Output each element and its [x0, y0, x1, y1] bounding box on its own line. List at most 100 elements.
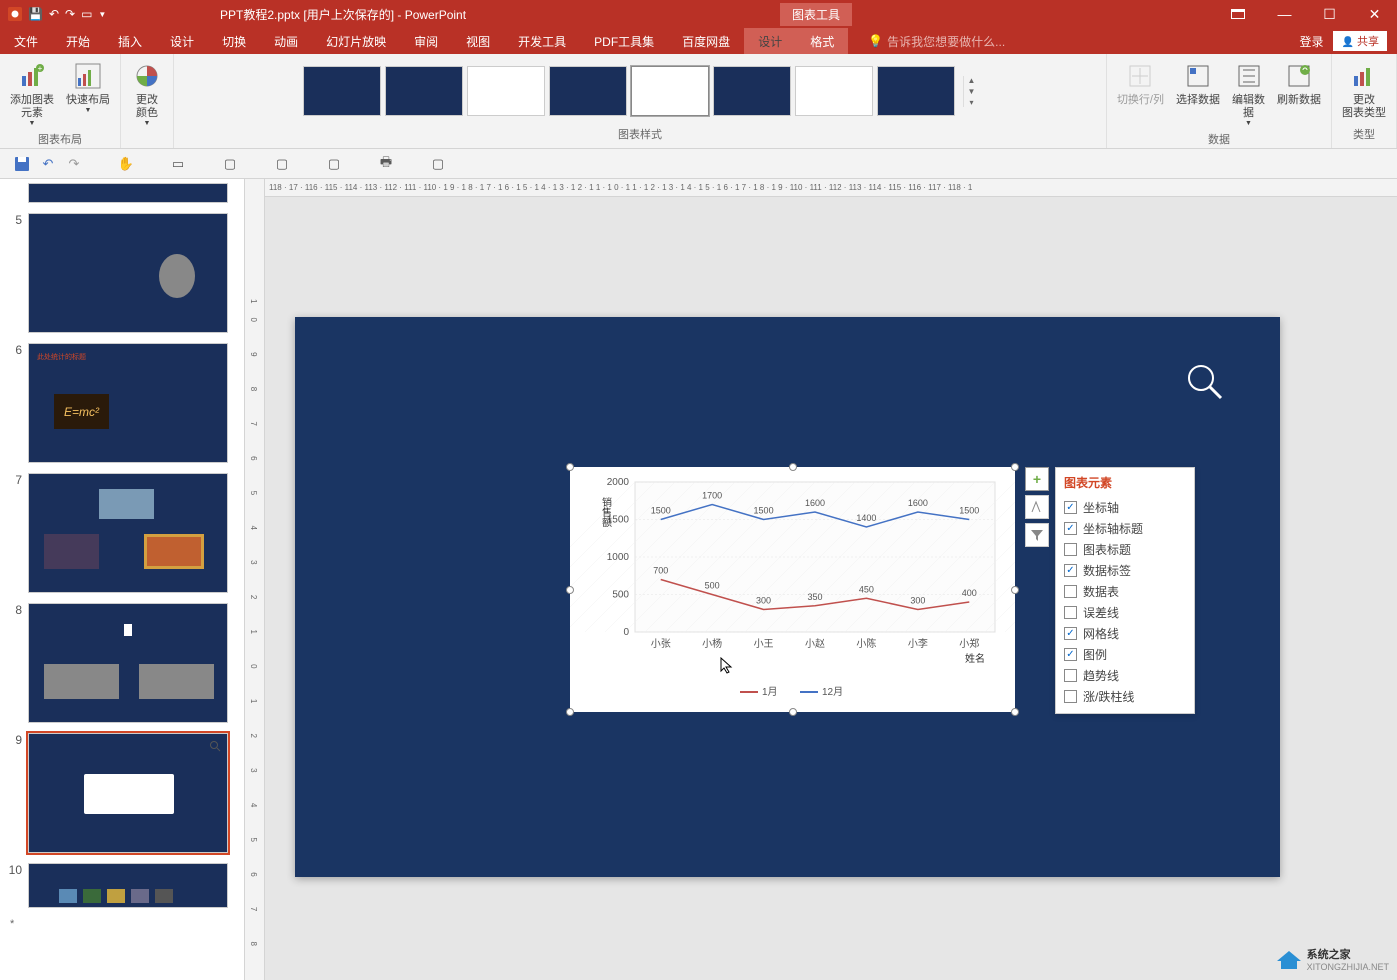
chart-element-option[interactable]: 数据表 [1064, 581, 1186, 602]
slide-thumb-8[interactable] [28, 603, 228, 723]
share-button[interactable]: 👤 共享 [1333, 31, 1387, 51]
chart-element-option[interactable]: ✓ 坐标轴 [1064, 497, 1186, 518]
svg-text:1600: 1600 [805, 498, 825, 508]
slide-thumb-5[interactable] [28, 213, 228, 333]
slide-thumb-9[interactable] [28, 733, 228, 853]
slide-thumb-10[interactable] [28, 863, 228, 908]
chart-style-7[interactable] [795, 66, 873, 116]
chart-element-option[interactable]: ✓数据标签 [1064, 560, 1186, 581]
ribbon-options-icon[interactable] [1217, 0, 1262, 28]
chart-style-6[interactable] [713, 66, 791, 116]
minimize-button[interactable]: — [1262, 0, 1307, 28]
resize-handle[interactable] [1011, 708, 1019, 716]
slide-thumb-6[interactable]: 此处统计的标题E=mc² [28, 343, 228, 463]
menu-file[interactable]: 文件 [0, 28, 52, 54]
chart-element-option[interactable]: 涨/跌柱线 [1064, 686, 1186, 707]
close-button[interactable]: ✕ [1352, 0, 1397, 28]
qat-slideshow-icon[interactable]: ▭ [81, 7, 92, 21]
chart-element-option[interactable]: 误差线 [1064, 602, 1186, 623]
redo-icon[interactable]: ↷ [64, 154, 84, 174]
chart-style-8[interactable] [877, 66, 955, 116]
menu-insert[interactable]: 插入 [104, 28, 156, 54]
quick-layout-button[interactable]: 快速布局 ▼ [62, 58, 114, 116]
print-icon[interactable]: 🖶 [376, 154, 396, 174]
qat-redo-icon[interactable]: ↷ [65, 7, 75, 21]
checkbox[interactable]: ✓ [1064, 564, 1077, 577]
slide-panel[interactable]: 5 6此处统计的标题E=mc² 7 8 9 10 * [0, 179, 245, 980]
chart-element-option[interactable]: ✓坐标轴标题 [1064, 518, 1186, 539]
slide-canvas[interactable]: 0500100015002000 小张小杨小王小赵小陈小李小郑 70050030… [295, 317, 1280, 877]
chart-styles-more-button[interactable]: ▲▼▾ [963, 76, 979, 107]
checkbox[interactable] [1064, 690, 1077, 703]
chart-filter-button[interactable] [1025, 523, 1049, 547]
qat-icon-d[interactable]: ▢ [428, 154, 448, 174]
chart-style-5[interactable] [631, 66, 709, 116]
maximize-button[interactable]: ☐ [1307, 0, 1352, 28]
cursor-icon [720, 657, 734, 675]
qat-icon-b[interactable]: ▢ [272, 154, 292, 174]
qat-save-icon[interactable]: 💾 [28, 7, 43, 21]
qat-more-icon[interactable]: ▼ [98, 10, 106, 19]
start-from-beginning-icon[interactable]: ▭ [168, 154, 188, 174]
menu-transitions[interactable]: 切换 [208, 28, 260, 54]
change-colors-button[interactable]: 更改 颜色 ▼ [127, 58, 167, 129]
resize-handle[interactable] [566, 708, 574, 716]
chart-object[interactable]: 0500100015002000 小张小杨小王小赵小陈小李小郑 70050030… [570, 467, 1015, 712]
menu-review[interactable]: 审阅 [400, 28, 452, 54]
select-data-button[interactable]: 选择数据 [1172, 58, 1224, 109]
slide-thumb-7[interactable] [28, 473, 228, 593]
tell-me-input[interactable]: 💡告诉我您想要做什么... [868, 28, 1005, 54]
resize-handle[interactable] [1011, 586, 1019, 594]
resize-handle[interactable] [1011, 463, 1019, 471]
checkbox[interactable] [1064, 606, 1077, 619]
chart-style-2[interactable] [385, 66, 463, 116]
chart-element-option[interactable]: ✓图例 [1064, 644, 1186, 665]
menu-chart-format[interactable]: 格式 [796, 28, 848, 54]
menu-view[interactable]: 视图 [452, 28, 504, 54]
checkbox[interactable]: ✓ [1064, 648, 1077, 661]
resize-handle[interactable] [566, 586, 574, 594]
chart-style-4[interactable] [549, 66, 627, 116]
chart-elements-button[interactable]: + [1025, 467, 1049, 491]
watermark: 系统之家XITONGZHIJIA.NET [1275, 946, 1389, 972]
undo-icon[interactable]: ↶ [38, 154, 58, 174]
save-icon[interactable] [12, 154, 32, 174]
checkbox[interactable] [1064, 669, 1077, 682]
login-link[interactable]: 登录 [1299, 33, 1323, 50]
refresh-data-button[interactable]: 刷新数据 [1273, 58, 1325, 109]
touch-mode-icon[interactable]: ✋ [116, 154, 136, 174]
checkbox[interactable]: ✓ [1064, 627, 1077, 640]
qat-icon-a[interactable]: ▢ [220, 154, 240, 174]
chart-style-3[interactable] [467, 66, 545, 116]
option-label: 坐标轴 [1083, 499, 1119, 516]
resize-handle[interactable] [789, 708, 797, 716]
qat-icon-c[interactable]: ▢ [324, 154, 344, 174]
slide-thumb-prev[interactable] [28, 183, 228, 203]
chart-element-option[interactable]: 图表标题 [1064, 539, 1186, 560]
menu-slideshow[interactable]: 幻灯片放映 [312, 28, 400, 54]
menu-chart-design[interactable]: 设计 [744, 28, 796, 54]
menu-baidu[interactable]: 百度网盘 [668, 28, 744, 54]
qat-undo-icon[interactable]: ↶ [49, 7, 59, 21]
add-chart-element-button[interactable]: + 添加图表 元素 ▼ [6, 58, 58, 129]
chart-style-1[interactable] [303, 66, 381, 116]
svg-text:300: 300 [756, 596, 771, 606]
checkbox[interactable] [1064, 585, 1077, 598]
resize-handle[interactable] [789, 463, 797, 471]
checkbox[interactable] [1064, 543, 1077, 556]
menu-animations[interactable]: 动画 [260, 28, 312, 54]
canvas-area[interactable]: 0500100015002000 小张小杨小王小赵小陈小李小郑 70050030… [265, 197, 1397, 980]
menu-design[interactable]: 设计 [156, 28, 208, 54]
menu-home[interactable]: 开始 [52, 28, 104, 54]
menu-developer[interactable]: 开发工具 [504, 28, 580, 54]
checkbox[interactable]: ✓ [1064, 522, 1077, 535]
chart-element-option[interactable]: ✓网格线 [1064, 623, 1186, 644]
checkbox[interactable]: ✓ [1064, 501, 1077, 514]
resize-handle[interactable] [566, 463, 574, 471]
svg-text:小郑: 小郑 [959, 637, 979, 650]
chart-styles-button[interactable] [1025, 495, 1049, 519]
menu-pdf[interactable]: PDF工具集 [580, 28, 668, 54]
edit-data-button[interactable]: 编辑数 据 ▼ [1228, 58, 1269, 129]
chart-element-option[interactable]: 趋势线 [1064, 665, 1186, 686]
change-chart-type-button[interactable]: 更改 图表类型 [1338, 58, 1390, 122]
